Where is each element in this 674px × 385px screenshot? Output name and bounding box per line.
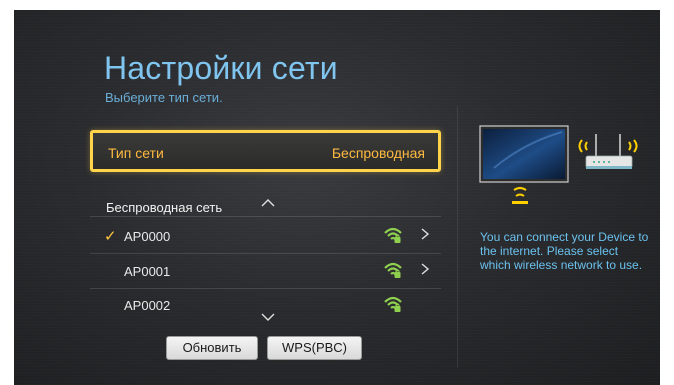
chevron-up-icon[interactable] (259, 194, 277, 212)
info-text: You can connect your Device to the inter… (480, 230, 649, 272)
wps-button[interactable]: WPS(PBC) (267, 336, 362, 360)
page-title: Настройки сети (104, 50, 338, 86)
list-divider (90, 216, 441, 217)
network-type-value: Беспроводная (331, 145, 425, 161)
chevron-right-icon (421, 263, 430, 275)
network-name: AP0000 (124, 229, 171, 244)
network-name: AP0002 (124, 298, 171, 313)
wifi-signal-icon (384, 227, 402, 243)
page-subtitle: Выберите тип сети. (105, 90, 223, 105)
wifi-signal-icon (384, 296, 402, 312)
wifi-signal-icon (384, 262, 402, 278)
tv-screen: Настройки сети Выберите тип сети. Тип се… (14, 10, 660, 385)
panel-divider (457, 106, 458, 368)
list-divider (90, 288, 441, 289)
network-name: AP0001 (124, 264, 171, 279)
network-item-ap0001[interactable]: AP0001 (90, 256, 441, 286)
list-divider (90, 253, 441, 254)
network-type-selector[interactable]: Тип сети Беспроводная (90, 130, 441, 172)
chevron-right-icon (421, 228, 430, 240)
refresh-button[interactable]: Обновить (166, 336, 258, 360)
network-item-ap0000[interactable]: ✓ AP0000 (90, 221, 441, 251)
network-type-label: Тип сети (108, 145, 164, 161)
check-icon: ✓ (104, 228, 117, 245)
tv-router-illustration (479, 125, 638, 204)
chevron-down-icon[interactable] (259, 308, 277, 326)
wireless-network-header: Беспроводная сеть (106, 200, 223, 215)
